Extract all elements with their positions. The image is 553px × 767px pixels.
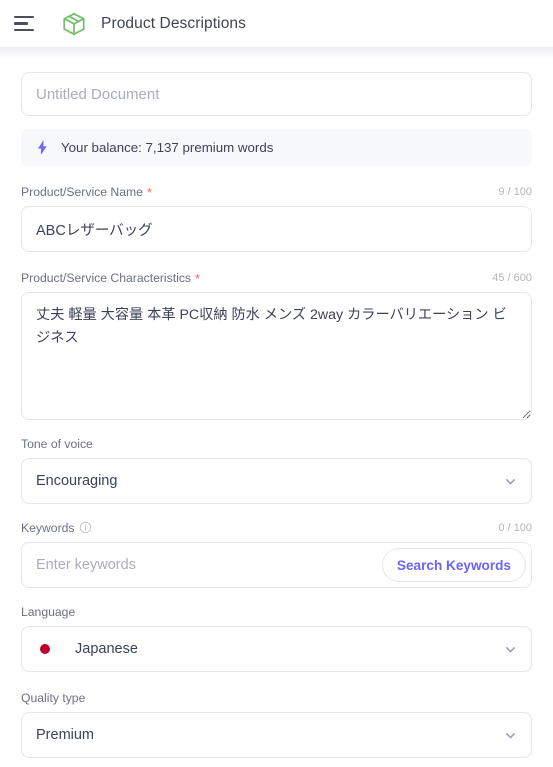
japan-flag-icon (36, 640, 53, 658)
hamburger-menu-icon[interactable] (14, 11, 40, 37)
product-name-field-head: Product/Service Name * 9 / 100 (21, 184, 532, 200)
product-name-label-text: Product/Service Name (21, 184, 143, 199)
language-value: Japanese (75, 641, 138, 657)
search-keywords-button[interactable]: Search Keywords (381, 548, 526, 582)
language-field-head: Language (21, 604, 532, 619)
required-marker: * (146, 185, 152, 200)
characteristics-counter: 45 / 600 (492, 271, 532, 284)
quality-type-label: Quality type (21, 690, 86, 705)
quality-type-select[interactable]: Premium (21, 712, 532, 758)
language-label: Language (21, 604, 76, 619)
keywords-label: Keywords (21, 521, 92, 535)
quality-type-value: Premium (36, 727, 95, 743)
tone-of-voice-label: Tone of voice (21, 436, 93, 451)
product-name-counter: 9 / 100 (498, 185, 532, 198)
product-name-field: Product/Service Name * 9 / 100 (21, 184, 532, 252)
quality-type-field: Quality type Premium (21, 690, 532, 758)
chevron-down-icon (503, 728, 517, 742)
header-shadow (0, 48, 553, 59)
keywords-counter: 0 / 100 (498, 521, 532, 534)
characteristics-field: Product/Service Characteristics * 45 / 6… (21, 270, 532, 420)
keywords-input-wrap: Search Keywords (21, 542, 532, 588)
language-field: Language Japanese (21, 604, 532, 672)
info-circle-icon[interactable] (79, 521, 92, 534)
keywords-field-head: Keywords 0 / 100 (21, 520, 532, 535)
chevron-down-icon (503, 474, 517, 488)
keywords-field: Keywords 0 / 100 Search Keywords (21, 520, 532, 588)
product-name-label: Product/Service Name * (21, 184, 152, 200)
characteristics-field-head: Product/Service Characteristics * 45 / 6… (21, 270, 532, 286)
characteristics-label: Product/Service Characteristics * (21, 270, 201, 286)
balance-banner: Your balance: 7,137 premium words (21, 129, 532, 166)
tone-of-voice-value: Encouraging (36, 473, 118, 489)
tone-of-voice-select[interactable]: Encouraging (21, 458, 532, 504)
hamburger-line (14, 22, 28, 25)
japan-flag-dot (39, 644, 50, 654)
tone-of-voice-field: Tone of voice Encouraging (21, 436, 532, 504)
chevron-down-icon (503, 642, 517, 656)
page-title: Product Descriptions (101, 14, 247, 32)
green-box-cube-icon (60, 10, 88, 38)
form-page: Your balance: 7,137 premium words Produc… (0, 59, 553, 758)
balance-text: Your balance: 7,137 premium words (61, 140, 274, 155)
keywords-label-text: Keywords (21, 520, 75, 535)
language-select[interactable]: Japanese (21, 626, 532, 672)
characteristics-label-text: Product/Service Characteristics (21, 270, 192, 285)
characteristics-textarea[interactable] (21, 292, 532, 420)
hamburger-line (14, 28, 34, 32)
quality-type-field-head: Quality type (21, 690, 532, 705)
app-header: Product Descriptions (0, 0, 553, 47)
product-name-input[interactable] (21, 206, 532, 252)
required-marker: * (195, 271, 201, 286)
hamburger-line (14, 15, 34, 19)
lightning-bolt-icon (35, 140, 50, 155)
document-title-input[interactable] (21, 72, 532, 116)
tone-of-voice-field-head: Tone of voice (21, 436, 532, 451)
